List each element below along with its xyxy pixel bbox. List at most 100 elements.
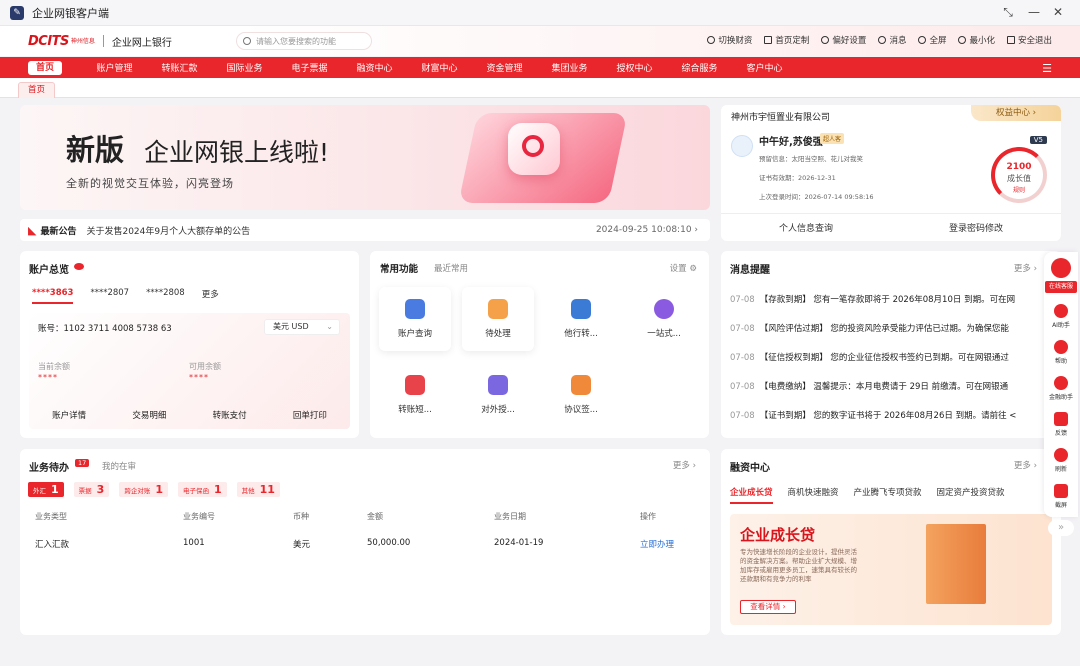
- message-item[interactable]: 07-08 【存款到期】 您有一笔存款即将于 2026年08月10日 到期。可在网: [730, 293, 1048, 305]
- message-item[interactable]: 07-08 【电费缴纳】 温馨提示：本月电费请于 29日 前缴清。可在网银通: [730, 380, 1048, 392]
- todo-more-link[interactable]: 更多 ›: [673, 459, 696, 471]
- promo-banner[interactable]: 新版 企业网银上线啦! 全新的视觉交互体验，闪亮登场: [20, 105, 710, 210]
- account-overview-title: 账户总览: [29, 265, 69, 276]
- nav-item-group[interactable]: 集团业务: [537, 61, 602, 74]
- finance-assistant-button[interactable]: 金融助手: [1044, 376, 1078, 401]
- personal-info-button[interactable]: 个人信息查询: [721, 221, 891, 234]
- page-tabbar: 首页: [0, 78, 1080, 98]
- nav-item-home[interactable]: 首页: [28, 60, 62, 75]
- nav-item-wealth[interactable]: 财富中心: [407, 61, 472, 74]
- collapse-rail-button[interactable]: »: [1048, 520, 1074, 536]
- chip-reconciliation[interactable]: 跨企对账 1: [119, 482, 168, 497]
- minimize-button[interactable]: 最小化: [958, 34, 995, 46]
- product-title: 企业成长贷: [740, 526, 816, 544]
- function-agreement-sign[interactable]: 协议签...: [545, 363, 617, 427]
- messages-button[interactable]: 消息: [878, 34, 906, 46]
- tab-recent[interactable]: 最近常用: [434, 262, 468, 274]
- switch-treasury-button[interactable]: 切换财资: [707, 34, 752, 46]
- account-tab-more[interactable]: 更多: [202, 288, 219, 304]
- feedback-button[interactable]: 反馈: [1044, 412, 1078, 437]
- tab-fixed-asset-loan[interactable]: 固定资产投资贷款: [937, 486, 1005, 504]
- online-service-button[interactable]: 在线客服: [1045, 281, 1077, 293]
- nav-item-authorization[interactable]: 授权中心: [602, 61, 667, 74]
- chip-guarantee[interactable]: 电子保函 1: [177, 482, 227, 497]
- finance-assistant-label: 金融助手: [1048, 394, 1073, 401]
- chip-bills[interactable]: 票据 3: [73, 482, 110, 497]
- nav-item-services[interactable]: 综合服务: [667, 61, 732, 74]
- menu-icon[interactable]: ☰: [1042, 62, 1052, 75]
- todo-filter-chips: 外汇 1 票据 3 跨企对账 1 电子保函 1 其他 11: [28, 482, 290, 497]
- transactions-button[interactable]: 交易明细: [109, 409, 189, 421]
- growth-rule-link[interactable]: 规则: [995, 185, 1043, 194]
- chip-forex[interactable]: 外汇 1: [28, 482, 64, 497]
- refresh-button[interactable]: 刷新: [1044, 448, 1078, 473]
- function-one-stop[interactable]: 一站式...: [628, 287, 700, 351]
- nav-item-international[interactable]: 国际业务: [212, 61, 277, 74]
- growth-gauge[interactable]: 2100 成长值 规则: [991, 147, 1047, 203]
- tab-home[interactable]: 首页: [18, 82, 56, 98]
- close-icon[interactable]: ✕: [1050, 5, 1066, 19]
- support-avatar[interactable]: [1044, 258, 1078, 280]
- nav-item-customer[interactable]: 客户中心: [732, 61, 797, 74]
- process-now-link[interactable]: 立即办理: [640, 538, 674, 550]
- account-detail-panel: 账号：1102 3711 4008 5738 63 美元 USD ⌄ 当前余额 *…: [29, 313, 350, 429]
- messages-more-link[interactable]: 更多 ›: [1014, 262, 1037, 274]
- product-description: 专为快速增长阶段的企业设计，提供灵活的资金解决方案。帮助企业扩大规模、增加库存或…: [740, 548, 857, 583]
- rights-center-button[interactable]: 权益中心 ›: [971, 105, 1061, 121]
- function-pending[interactable]: 待处理: [462, 287, 534, 351]
- logout-button[interactable]: 安全退出: [1006, 34, 1052, 46]
- greeting: 中午好,苏俊强: [759, 137, 823, 148]
- account-tab-2807[interactable]: ****2807: [90, 288, 129, 304]
- search-input[interactable]: 请输入您要搜索的功能: [236, 32, 372, 50]
- fullscreen-button[interactable]: 全屏: [918, 34, 946, 46]
- restore-icon[interactable]: ⤡: [1000, 5, 1016, 20]
- message-item[interactable]: 07-08 【征信授权到期】 您的企业征信授权书签约已到期。可在网银通过: [730, 351, 1048, 363]
- settings-button[interactable]: 设置 ⚙: [670, 262, 697, 274]
- notice-text[interactable]: 关于发售2024年9月个人大额存单的公告: [86, 224, 250, 237]
- tab-in-review[interactable]: 我的在审: [102, 460, 136, 472]
- nav-item-ebill[interactable]: 电子票据: [277, 61, 342, 74]
- nav-item-funds[interactable]: 资金管理: [472, 61, 537, 74]
- minimize-label: 最小化: [969, 36, 995, 46]
- receipt-print-button[interactable]: 回单打印: [270, 409, 350, 421]
- product-card[interactable]: 企业成长贷 专为快速增长阶段的企业设计，提供灵活的资金解决方案。帮助企业扩大规模…: [730, 514, 1052, 625]
- view-details-button[interactable]: 查看详情 ›: [740, 600, 796, 614]
- function-transfer-sms[interactable]: 转账短...: [379, 363, 451, 427]
- tab-common-functions[interactable]: 常用功能: [380, 261, 418, 275]
- help-button[interactable]: 帮助: [1044, 340, 1078, 365]
- account-details-button[interactable]: 账户详情: [29, 409, 109, 421]
- function-account-query[interactable]: 账户查询: [379, 287, 451, 351]
- column-header: 操作: [640, 512, 656, 521]
- change-password-button[interactable]: 登录密码修改: [891, 221, 1061, 234]
- finance-assistant-icon: [1054, 376, 1068, 390]
- minimize-icon[interactable]: —: [1026, 5, 1042, 19]
- financing-more-link[interactable]: 更多 ›: [1014, 459, 1037, 471]
- ai-assistant-button[interactable]: AI助手: [1044, 304, 1078, 329]
- currency-select[interactable]: 美元 USD ⌄: [264, 319, 340, 335]
- nav-item-accounts[interactable]: 账户管理: [82, 61, 147, 74]
- announcement-icon: ◣: [28, 223, 37, 237]
- chip-other[interactable]: 其他 11: [236, 482, 280, 497]
- message-item[interactable]: 07-08 【风险评估过期】 您的投资风险承受能力评估已过期。为确保您能: [730, 322, 1048, 334]
- logo[interactable]: DCITS 神州信息 企业网上银行: [28, 34, 172, 49]
- function-external-auth[interactable]: 对外授...: [462, 363, 534, 427]
- message-item[interactable]: 07-08 【证书到期】 您的数字证书将于 2026年08月26日 到期。请前往 …: [730, 409, 1048, 421]
- tab-industry-loan[interactable]: 产业腾飞专项贷款: [854, 486, 922, 504]
- notice-bar[interactable]: ◣ 最新公告 关于发售2024年9月个人大额存单的公告 2024-09-25 1…: [20, 219, 710, 241]
- account-tab-2808[interactable]: ****2808: [146, 288, 185, 304]
- function-label: 待处理: [485, 329, 511, 339]
- account-tab-3863[interactable]: ****3863: [32, 288, 74, 304]
- transfer-pay-button[interactable]: 转账支付: [190, 409, 270, 421]
- home-customize-button[interactable]: 首页定制: [764, 34, 809, 46]
- eye-icon[interactable]: [74, 263, 84, 270]
- tab-quick-financing[interactable]: 商机快速融资: [788, 486, 839, 504]
- chip-label: 其他: [241, 486, 255, 495]
- nav-item-financing[interactable]: 融资中心: [342, 61, 407, 74]
- nav-item-transfer[interactable]: 转账汇款: [147, 61, 212, 74]
- function-interbank-transfer[interactable]: 他行转...: [545, 287, 617, 351]
- tab-growth-loan[interactable]: 企业成长贷: [730, 486, 773, 504]
- preferences-button[interactable]: 偏好设置: [821, 34, 866, 46]
- logout-icon: [1006, 36, 1015, 44]
- screenshot-button[interactable]: 截屏: [1044, 484, 1078, 509]
- todo-title[interactable]: 业务待办: [29, 459, 69, 474]
